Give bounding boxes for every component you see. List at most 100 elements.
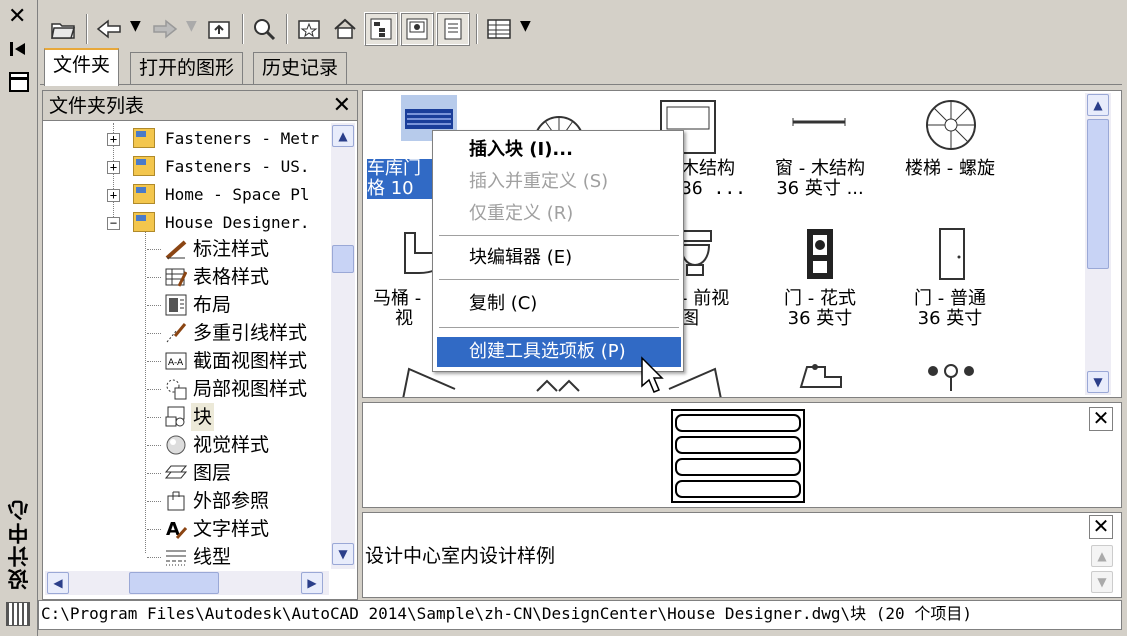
close-palette-button[interactable]: ✕ bbox=[8, 6, 26, 28]
tree-vertical-scrollbar[interactable]: ▲ ▼ bbox=[331, 123, 355, 569]
tree-item-layers[interactable]: 图层 bbox=[147, 459, 327, 487]
scroll-thumb[interactable] bbox=[129, 572, 219, 594]
folder-list-close-button[interactable]: ✕ bbox=[333, 91, 351, 121]
linetype-icon bbox=[166, 550, 186, 566]
tree-item-mleaderstyles[interactable]: 多重引线样式 bbox=[147, 319, 327, 347]
section-view-style-icon: A-A bbox=[165, 352, 187, 370]
block-thumbnail bbox=[536, 379, 580, 392]
status-grip-icon bbox=[6, 602, 30, 626]
tree-item[interactable]: + Home - Space Pl bbox=[107, 181, 327, 209]
block-thumbnail bbox=[792, 118, 846, 126]
views-dropdown-icon[interactable]: ▼ bbox=[520, 18, 531, 34]
block-item-door-plain[interactable]: 门 - 普通 36 英寸 bbox=[885, 223, 1015, 333]
block-thumbnail bbox=[939, 228, 965, 280]
block-thumbnail bbox=[928, 364, 974, 391]
tree-item-house-designer[interactable]: − House Designer. bbox=[107, 209, 327, 237]
tree-item-visualstyles[interactable]: 视觉样式 bbox=[147, 431, 327, 459]
tree-item-sectionviewstyles[interactable]: A-A 截面视图样式 bbox=[147, 347, 327, 375]
detail-view-style-icon bbox=[166, 379, 187, 400]
external-reference-icon bbox=[167, 491, 185, 511]
scroll-thumb[interactable] bbox=[1087, 119, 1109, 269]
scroll-up-icon: ▲ bbox=[1091, 545, 1113, 567]
layout-icon bbox=[165, 294, 187, 316]
svg-text:A-A: A-A bbox=[168, 358, 184, 368]
scroll-down-icon[interactable]: ▼ bbox=[1087, 371, 1109, 393]
multileader-style-icon bbox=[166, 323, 187, 343]
home-icon[interactable] bbox=[328, 12, 362, 46]
tree-item-layouts[interactable]: 布局 bbox=[147, 291, 327, 319]
table-style-icon bbox=[165, 268, 187, 287]
scroll-up-icon[interactable]: ▲ bbox=[1087, 94, 1109, 116]
forward-icon bbox=[148, 12, 182, 46]
preview-pane: ✕ bbox=[362, 402, 1122, 508]
drawing-folder-icon bbox=[133, 156, 155, 176]
tab-open-drawings[interactable]: 打开的图形 bbox=[130, 52, 244, 84]
folder-list-header: 文件夹列表 ✕ bbox=[43, 91, 357, 121]
content-vertical-scrollbar[interactable]: ▲ ▼ bbox=[1085, 93, 1111, 395]
drawing-folder-icon bbox=[133, 128, 155, 148]
scroll-right-icon[interactable]: ▶ bbox=[301, 572, 323, 594]
back-dropdown-icon[interactable]: ▼ bbox=[130, 18, 141, 34]
preview-icon[interactable] bbox=[400, 12, 434, 46]
preview-close-button[interactable]: ✕ bbox=[1089, 407, 1113, 431]
load-icon[interactable] bbox=[46, 12, 80, 46]
up-icon[interactable] bbox=[202, 12, 236, 46]
layer-icon bbox=[165, 465, 187, 479]
description-close-button[interactable]: ✕ bbox=[1089, 515, 1113, 539]
tab-folders[interactable]: 文件夹 bbox=[44, 48, 120, 86]
description-icon[interactable] bbox=[436, 12, 470, 46]
block-thumbnail bbox=[926, 100, 976, 150]
scroll-down-icon[interactable]: ▼ bbox=[332, 543, 354, 565]
block-item-window-wood[interactable]: 窗 - 木结构 36 英寸 ... bbox=[755, 93, 885, 203]
dimension-style-icon bbox=[165, 240, 187, 260]
scroll-thumb[interactable] bbox=[332, 245, 354, 273]
tree-item-tablestyles[interactable]: 表格样式 bbox=[147, 263, 327, 291]
block-item-door-fancy[interactable]: 门 - 花式 36 英寸 bbox=[755, 223, 885, 333]
tree-item[interactable]: + Fasteners - Metr bbox=[107, 125, 327, 153]
menu-copy[interactable]: 复制 (C) bbox=[437, 289, 681, 319]
status-bar-path: C:\Program Files\Autodesk\AutoCAD 2014\S… bbox=[38, 600, 1122, 630]
scroll-down-icon: ▼ bbox=[1091, 571, 1113, 593]
visual-style-icon bbox=[166, 435, 186, 455]
palette-title-bar: ✕ 设计中心 bbox=[0, 0, 38, 636]
drawing-folder-icon bbox=[133, 184, 155, 204]
tree-item[interactable]: + Fasteners - US. bbox=[107, 153, 327, 181]
favorites-icon[interactable] bbox=[292, 12, 326, 46]
search-icon[interactable] bbox=[248, 12, 282, 46]
scroll-left-icon[interactable]: ◀ bbox=[47, 572, 69, 594]
folder-list-panel: 文件夹列表 ✕ + Fasteners - Metr + Fasteners -… bbox=[42, 90, 358, 600]
properties-icon[interactable] bbox=[9, 72, 29, 92]
tab-history[interactable]: 历史记录 bbox=[253, 52, 348, 84]
block-item-stairs-spiral[interactable]: 楼梯 - 螺旋 bbox=[885, 93, 1015, 203]
mouse-cursor-icon bbox=[641, 356, 664, 393]
tree-item-dimstyles[interactable]: 标注样式 bbox=[147, 235, 327, 263]
tree-item-detailviewstyles[interactable]: 局部视图样式 bbox=[147, 375, 327, 403]
menu-block-editor[interactable]: 块编辑器 (E) bbox=[437, 243, 681, 273]
block-thumbnail bbox=[807, 229, 833, 279]
drawing-folder-icon bbox=[133, 212, 155, 232]
context-menu: 插入块 (I)... 插入并重定义 (S) 仅重定义 (R) 块编辑器 (E) … bbox=[432, 130, 684, 372]
tree-item-textstyles[interactable]: A 文字样式 bbox=[147, 515, 327, 543]
tree-item-xrefs[interactable]: 外部参照 bbox=[147, 487, 327, 515]
folder-list-title: 文件夹列表 bbox=[49, 95, 145, 117]
back-icon[interactable] bbox=[92, 12, 126, 46]
menu-redefine-only: 仅重定义 (R) bbox=[469, 203, 574, 224]
views-icon[interactable] bbox=[482, 12, 516, 46]
text-style-icon: A bbox=[166, 519, 187, 540]
tree-item-blocks[interactable]: 块 bbox=[147, 403, 327, 431]
tree-toggle-icon[interactable] bbox=[364, 12, 398, 46]
tree-item-linetypes[interactable]: 线型 bbox=[147, 543, 327, 571]
preview-image bbox=[671, 409, 805, 503]
tree-horizontal-scrollbar[interactable]: ◀ ▶ bbox=[45, 571, 329, 595]
toolbar: ▼ ▼ ▼ bbox=[40, 6, 1122, 52]
auto-hide-icon[interactable] bbox=[9, 40, 27, 58]
block-icon bbox=[165, 406, 185, 427]
menu-insert-redefine: 插入并重定义 (S) bbox=[469, 171, 609, 192]
menu-insert-block[interactable]: 插入块 (I)... bbox=[437, 135, 681, 165]
block-thumbnail bbox=[799, 364, 842, 388]
forward-dropdown-icon: ▼ bbox=[186, 18, 197, 34]
description-pane: 设计中心室内设计样例 ✕ ▲ ▼ bbox=[362, 512, 1122, 598]
palette-title: 设计中心 bbox=[7, 498, 31, 590]
scroll-up-icon[interactable]: ▲ bbox=[332, 125, 354, 147]
description-text: 设计中心室内设计样例 bbox=[365, 545, 556, 567]
